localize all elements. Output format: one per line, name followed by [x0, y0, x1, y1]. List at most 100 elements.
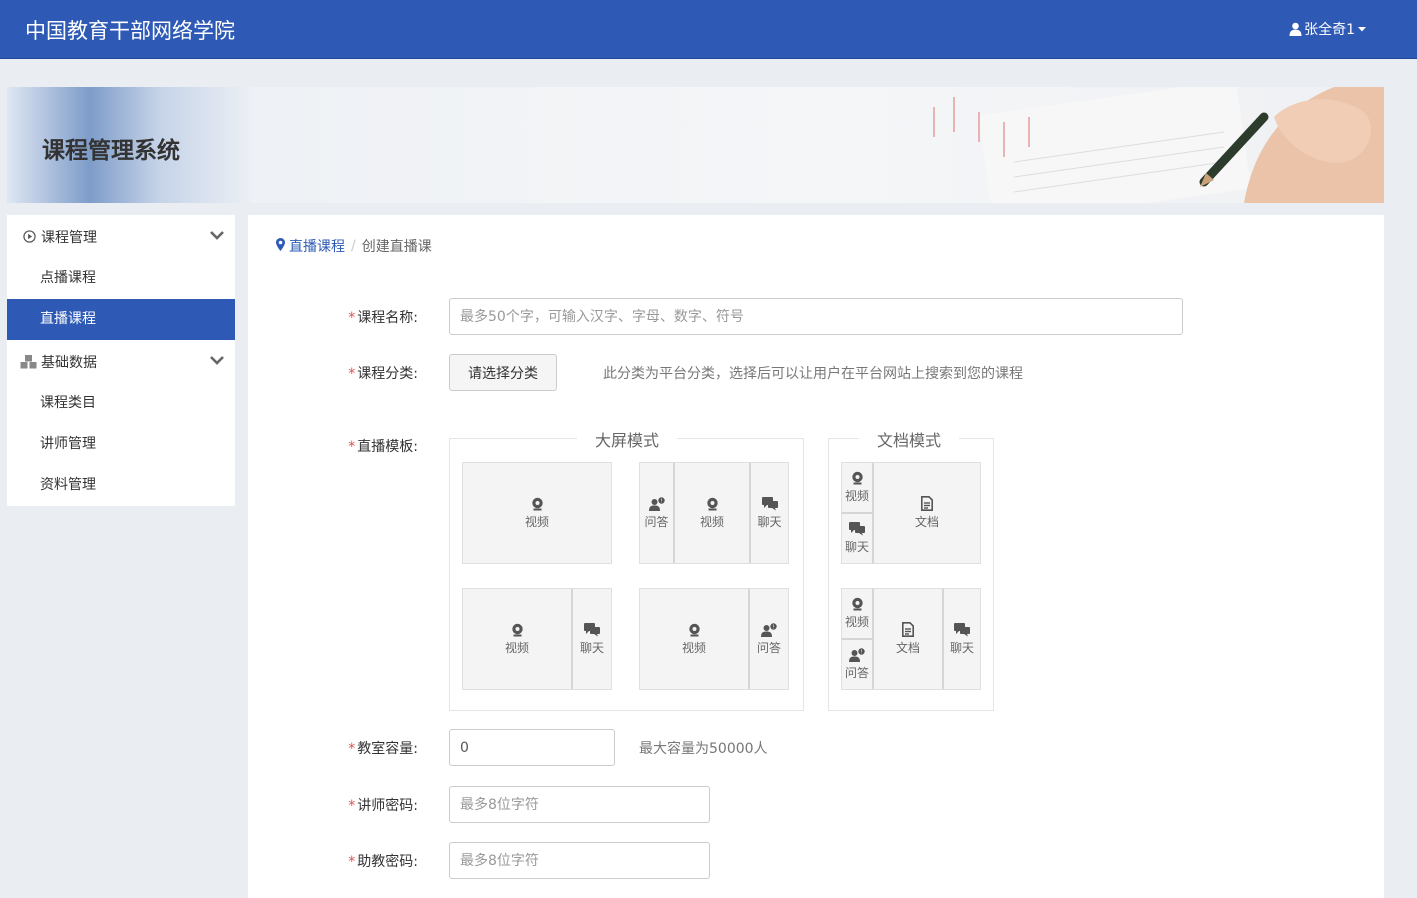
cubes-icon — [19, 354, 39, 370]
template-video-only[interactable]: 视频 — [462, 462, 612, 564]
course-name-label: * 课程名称: — [248, 307, 418, 327]
template-cell-label: 问答 — [844, 666, 869, 680]
template-cell-qa: ! 问答 — [750, 589, 788, 689]
sidebar-group-course-management[interactable]: 课程管理 — [7, 215, 235, 258]
template-cell-chat: 聊天 — [842, 512, 872, 563]
webcam-icon — [531, 497, 543, 510]
chat-bubble-icon — [761, 496, 778, 510]
template-cell-qa: ! 问答 — [842, 638, 872, 689]
svg-text:!: ! — [860, 650, 862, 656]
required-mark: * — [348, 310, 356, 326]
template-cell-label: 聊天 — [844, 540, 869, 554]
teacher-password-input[interactable] — [449, 786, 710, 823]
breadcrumb-current: 创建直播课 — [361, 239, 432, 255]
capacity-label-text: 教室容量: — [357, 741, 418, 757]
template-video-qa[interactable]: 视频 ! 问答 — [639, 588, 789, 690]
course-name-input[interactable] — [449, 298, 1183, 335]
webcam-icon — [706, 497, 718, 510]
template-cell-chat: 聊天 — [751, 463, 788, 563]
template-cell-label: 视频 — [699, 514, 724, 529]
template-cell-label: 视频 — [504, 640, 529, 655]
document-icon — [902, 622, 914, 637]
play-circle-icon — [19, 230, 39, 243]
assistant-password-label: * 助教密码: — [248, 851, 418, 871]
sidebar-group-basic-data[interactable]: 基础数据 — [7, 340, 235, 383]
course-name-label-text: 课程名称: — [357, 310, 418, 326]
template-cell-label: 问答 — [644, 514, 669, 529]
template-cell-chat: 聊天 — [573, 589, 611, 689]
banner-illustration — [933, 87, 1384, 203]
chat-bubble-icon — [584, 622, 600, 636]
qa-user-icon: ! — [761, 622, 777, 637]
teacher-password-label-text: 讲师密码: — [357, 798, 418, 814]
main-content: 直播课程 / 创建直播课 *课程名称: *课程分类: 请选择分类 此分类为平台分… — [248, 215, 1384, 898]
template-side-column: 视频 聊天 — [842, 463, 874, 563]
document-template-group: 文档模式 视频 聊天 文档 视频 ! 问答 文档 聊天 — [828, 427, 994, 711]
template-cell-label: 文档 — [895, 641, 920, 655]
template-video-chat[interactable]: 视频 聊天 — [462, 588, 612, 690]
template-cell-label: 聊天 — [579, 640, 604, 655]
sidebar-group-label: 基础数据 — [41, 354, 97, 371]
sidebar: 课程管理 点播课程 直播课程 基础数据 课程类目 讲师管理 资料管理 — [7, 215, 235, 506]
sidebar-item-live-course[interactable]: 直播课程 — [7, 299, 235, 340]
template-cell-chat: 聊天 — [944, 589, 980, 689]
template-video-qa-doc-chat[interactable]: 视频 ! 问答 文档 聊天 — [841, 588, 981, 690]
capacity-input[interactable] — [449, 729, 615, 766]
big-screen-template-group: 大屏模式 视频 ! 问答 视频 聊天 视频 聊天 视频 ! 问答 — [449, 427, 804, 711]
breadcrumb-parent-link[interactable]: 直播课程 — [289, 236, 345, 256]
required-mark: * — [348, 854, 356, 870]
top-navbar: 中国教育干部网络学院 张全奇1 — [0, 0, 1417, 59]
qa-user-icon: ! — [648, 496, 665, 511]
user-name: 张全奇1 — [1304, 22, 1355, 38]
sidebar-group-label: 课程管理 — [41, 229, 97, 246]
template-cell-video: 视频 — [842, 463, 872, 512]
assistant-password-input[interactable] — [449, 842, 710, 879]
template-cell-label: 视频 — [524, 514, 549, 529]
template-cell-label: 视频 — [844, 615, 869, 629]
template-video-chat-doc[interactable]: 视频 聊天 文档 — [841, 462, 981, 564]
sidebar-item-vod-course[interactable]: 点播课程 — [7, 258, 235, 299]
brand-title[interactable]: 中国教育干部网络学院 — [25, 15, 235, 45]
caret-down-icon — [1357, 24, 1367, 34]
capacity-hint: 最大容量为50000人 — [639, 741, 768, 757]
user-menu[interactable]: 张全奇1 — [1289, 19, 1367, 39]
required-mark: * — [348, 741, 356, 757]
template-cell-label: 聊天 — [757, 514, 782, 529]
document-legend: 文档模式 — [859, 427, 960, 451]
template-cell-video: 视频 — [463, 589, 573, 689]
sidebar-item-course-category[interactable]: 课程类目 — [7, 383, 235, 424]
select-category-button[interactable]: 请选择分类 — [449, 354, 557, 391]
banner: 课程管理系统 — [7, 87, 1384, 203]
template-cell-video: 视频 — [640, 589, 750, 689]
user-icon — [1289, 22, 1302, 36]
template-cell-label: 视频 — [681, 640, 706, 655]
template-cell-qa: ! 问答 — [640, 463, 675, 563]
svg-text:!: ! — [660, 498, 662, 504]
template-cell-label: 视频 — [844, 489, 869, 503]
webcam-icon — [851, 471, 863, 485]
webcam-icon — [511, 623, 523, 636]
template-qa-video-chat[interactable]: ! 问答 视频 聊天 — [639, 462, 789, 564]
svg-text:!: ! — [772, 624, 774, 630]
webcam-icon — [688, 623, 700, 636]
assistant-password-label-text: 助教密码: — [357, 854, 418, 870]
template-cell-video: 视频 — [675, 463, 751, 563]
required-mark: * — [348, 798, 356, 814]
big-screen-legend: 大屏模式 — [577, 427, 678, 451]
required-mark: * — [348, 439, 356, 455]
document-icon — [921, 496, 933, 511]
template-cell-label: 文档 — [914, 515, 939, 529]
chevron-down-icon — [209, 354, 225, 370]
template-side-column: 视频 ! 问答 — [842, 589, 874, 689]
chat-bubble-icon — [849, 522, 865, 536]
sidebar-item-lecturer-management[interactable]: 讲师管理 — [7, 424, 235, 465]
sidebar-item-material-management[interactable]: 资料管理 — [7, 465, 235, 506]
qa-user-icon: ! — [849, 648, 865, 662]
capacity-label: * 教室容量: — [248, 738, 418, 758]
template-cell-doc: 文档 — [874, 463, 980, 563]
teacher-password-label: * 讲师密码: — [248, 795, 418, 815]
breadcrumb-separator: / — [351, 238, 356, 254]
banner-title: 课程管理系统 — [42, 138, 180, 164]
template-cell-doc: 文档 — [874, 589, 944, 689]
template-cell-label: 问答 — [756, 640, 781, 655]
